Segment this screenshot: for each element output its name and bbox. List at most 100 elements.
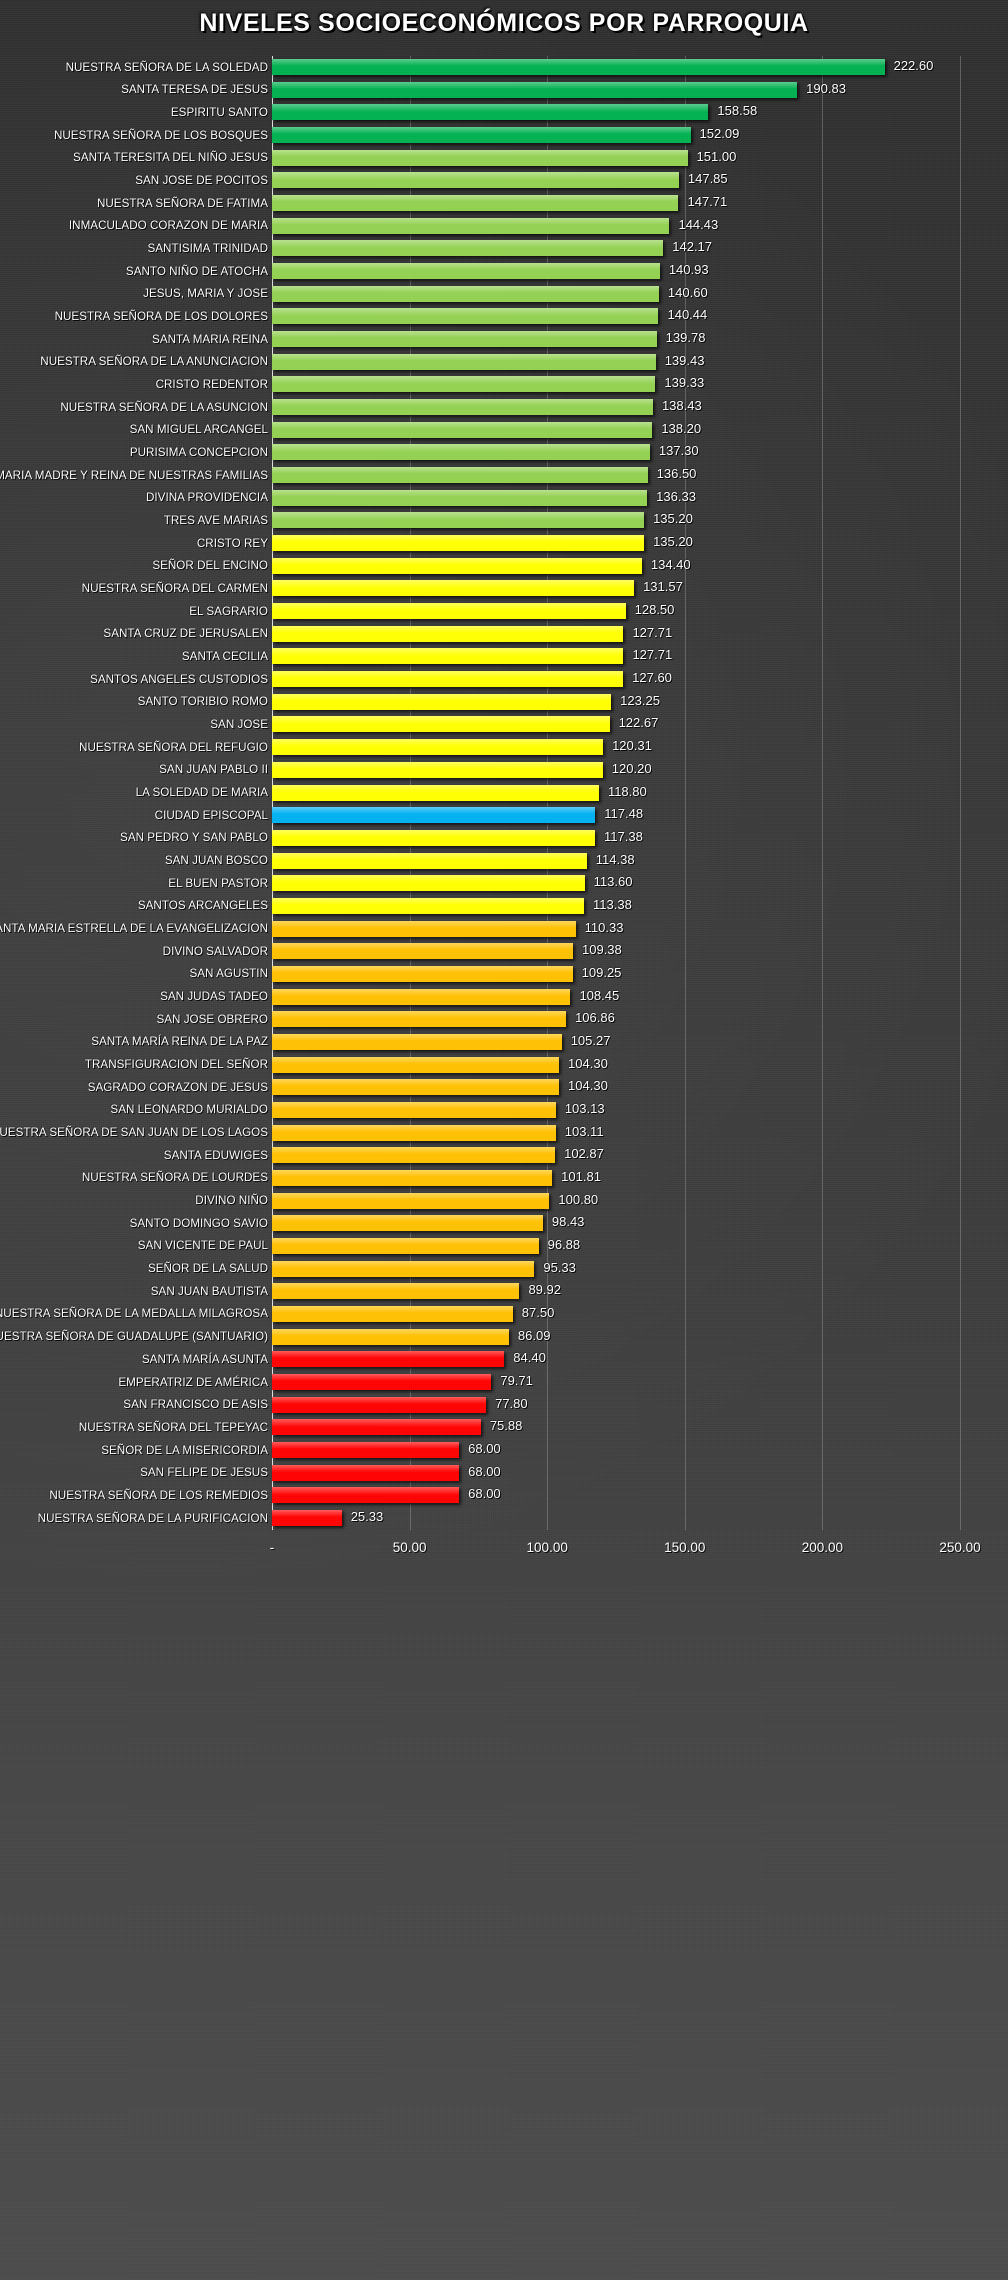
bar-row[interactable]: CRISTO REY 135.20 [0,532,1008,555]
bar[interactable] [272,444,650,461]
bar[interactable] [272,1351,505,1368]
bar-row[interactable]: SAN FELIPE DE JESUS 68.00 [0,1462,1008,1485]
bar-row[interactable]: JESUS, MARIA Y JOSE 140.60 [0,283,1008,306]
bar-row[interactable]: SANTO TORIBIO ROMO 123.25 [0,691,1008,714]
bar-row[interactable]: NUESTRA SEÑORA DEL REFUGIO 120.31 [0,736,1008,759]
bar-row[interactable]: INMACULADO CORAZON DE MARIA 144.43 [0,215,1008,238]
bar[interactable] [272,1441,460,1458]
bar-row[interactable]: SAN JOSE 122.67 [0,713,1008,736]
bar-row[interactable]: SAN VICENTE DE PAUL 96.88 [0,1235,1008,1258]
bar-row[interactable]: SANTA EDUWIGES 102.87 [0,1144,1008,1167]
bar[interactable] [272,1101,556,1118]
bar[interactable] [272,897,585,914]
bar[interactable] [272,240,664,257]
bar-row[interactable]: CRISTO REDENTOR 139.33 [0,373,1008,396]
bar[interactable] [272,1147,556,1164]
bar[interactable] [272,716,610,733]
bar-row[interactable]: SANTA MARÍA ASUNTA 84.40 [0,1348,1008,1371]
bar-row[interactable]: MARIA MADRE Y REINA DE NUESTRAS FAMILIAS… [0,464,1008,487]
bar-row[interactable]: DIVINO SALVADOR 109.38 [0,940,1008,963]
bar-row[interactable]: NUESTRA SEÑORA DE GUADALUPE (SANTUARIO) 8… [0,1326,1008,1349]
bar[interactable] [272,988,571,1005]
bar[interactable] [272,353,656,370]
bar-row[interactable]: DIVINO NIÑO 100.80 [0,1190,1008,1213]
bar-row[interactable]: SEÑOR DE LA MISERICORDIA 68.00 [0,1439,1008,1462]
bar[interactable] [272,217,670,234]
bar[interactable] [272,512,645,529]
bar[interactable] [272,1396,487,1413]
bar[interactable] [272,1373,492,1390]
bar[interactable] [272,807,596,824]
bar-row[interactable]: SAN JOSE OBRERO 106.86 [0,1008,1008,1031]
bar[interactable] [272,829,596,846]
bar-row[interactable]: NUESTRA SEÑORA DE LA MEDALLA MILAGROSA 87… [0,1303,1008,1326]
bar[interactable] [272,1305,513,1322]
bar[interactable] [272,421,653,438]
bar-row[interactable]: SAN MIGUEL ARCANGEL 138.20 [0,419,1008,442]
bar[interactable] [272,557,642,574]
bar[interactable] [272,671,624,688]
bar-row[interactable]: SAGRADO CORAZON DE JESUS 104.30 [0,1076,1008,1099]
bar[interactable] [272,603,626,620]
bar[interactable] [272,127,691,144]
bar[interactable] [272,263,660,280]
bar[interactable] [272,535,645,552]
bar[interactable] [272,331,657,348]
bar-row[interactable]: SANTA CRUZ DE JERUSALEN 127.71 [0,623,1008,646]
bar[interactable] [272,489,648,506]
bar[interactable] [272,1215,543,1232]
bar[interactable] [272,376,656,393]
bar[interactable] [272,1419,481,1436]
bar-row[interactable]: SANTA MARÍA REINA DE LA PAZ 105.27 [0,1031,1008,1054]
bar-row[interactable]: SAN FRANCISCO DE ASIS 77.80 [0,1394,1008,1417]
bar-row[interactable]: NUESTRA SEÑORA DEL CARMEN 131.57 [0,577,1008,600]
bar-row[interactable]: TRANSFIGURACION DEL SEÑOR 104.30 [0,1054,1008,1077]
bar-row[interactable]: NUESTRA SEÑORA DE LA ASUNCION 138.43 [0,396,1008,419]
bar-row[interactable]: SAN JUAN BAUTISTA 89.92 [0,1280,1008,1303]
bar-row[interactable]: SANTA TERESA DE JESUS 190.83 [0,79,1008,102]
bar[interactable] [272,149,688,166]
bar-row[interactable]: SANTOS ARCANGELES 113.38 [0,895,1008,918]
bar[interactable] [272,104,709,121]
bar[interactable] [272,172,679,189]
bar-row[interactable]: EL SAGRARIO 128.50 [0,600,1008,623]
bar[interactable] [272,1487,460,1504]
bar[interactable] [272,965,573,982]
bar-row[interactable]: SANTOS ANGELES CUSTODIOS 127.60 [0,668,1008,691]
bar[interactable] [272,467,648,484]
bar-row[interactable]: NUESTRA SEÑORA DE LA PURIFICACION 25.33 [0,1507,1008,1530]
bar[interactable] [272,59,885,75]
bar[interactable] [272,1328,509,1345]
bar[interactable] [272,81,798,98]
bar-row[interactable]: SANTA MARIA REINA 139.78 [0,328,1008,351]
bar-row[interactable]: PURISIMA CONCEPCION 137.30 [0,441,1008,464]
bar[interactable] [272,1510,342,1526]
bar-row[interactable]: NUESTRA SEÑORA DE LOURDES 101.81 [0,1167,1008,1190]
bar[interactable] [272,852,587,869]
bar[interactable] [272,1464,460,1481]
bar[interactable] [272,580,635,597]
bar[interactable] [272,285,659,302]
bar[interactable] [272,693,612,710]
bar-row[interactable]: NUESTRA SEÑORA DE LOS REMEDIOS 68.00 [0,1484,1008,1507]
bar[interactable] [272,1124,556,1141]
bar-row[interactable]: TRES AVE MARIAS 135.20 [0,509,1008,532]
bar-row[interactable]: SAN JUDAS TADEO 108.45 [0,986,1008,1009]
bar-row[interactable]: SAN PEDRO Y SAN PABLO 117.38 [0,827,1008,850]
bar-row[interactable]: NUESTRA SEÑORA DE LOS BOSQUES 152.09 [0,124,1008,147]
bar-row[interactable]: NUESTRA SEÑORA DE FATIMA 147.71 [0,192,1008,215]
bar-row[interactable]: NUESTRA SEÑORA DE LA ANUNCIACION 139.43 [0,351,1008,374]
bar-row[interactable]: SAN AGUSTIN 109.25 [0,963,1008,986]
bar-row[interactable]: SANTO NIÑO DE ATOCHA 140.93 [0,260,1008,283]
bar[interactable] [272,1079,560,1096]
bar-row[interactable]: EMPERATRIZ DE AMÉRICA 79.71 [0,1371,1008,1394]
bar[interactable] [272,1033,562,1050]
bar[interactable] [272,308,659,325]
bar[interactable] [272,1260,535,1277]
bar[interactable] [272,648,624,665]
bar-row[interactable]: SAN JUAN PABLO II 120.20 [0,759,1008,782]
bar-row[interactable]: SEÑOR DE LA SALUD 95.33 [0,1258,1008,1281]
bar[interactable] [272,920,576,937]
bar-row[interactable]: EL BUEN PASTOR 113.60 [0,872,1008,895]
bar-row[interactable]: SAN JUAN BOSCO 114.38 [0,850,1008,873]
